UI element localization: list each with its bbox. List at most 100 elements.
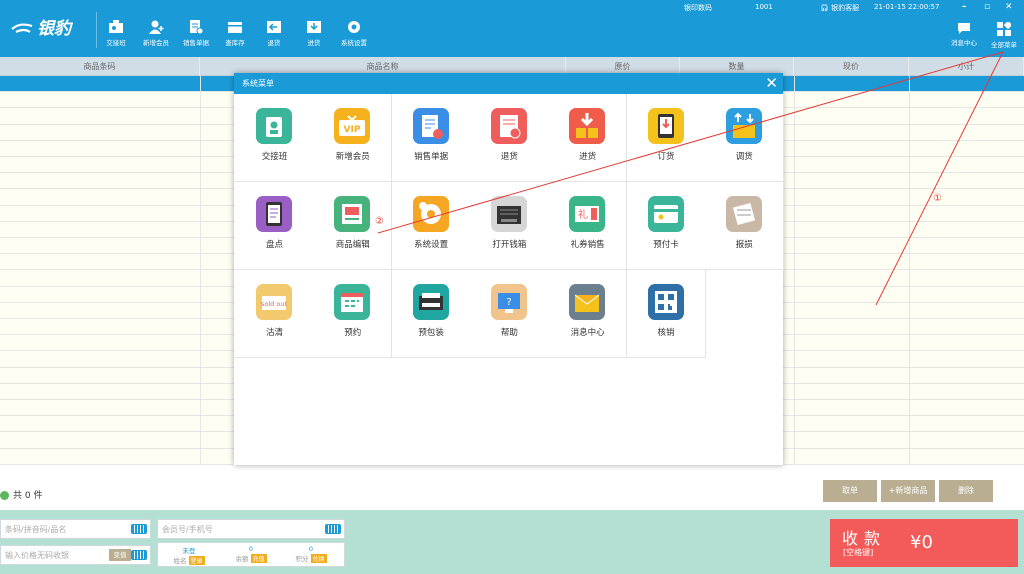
take-order-button[interactable]: 取单	[823, 480, 877, 502]
toolbar-label: 系统设置	[341, 39, 367, 47]
menu-item[interactable]: 交接班	[235, 94, 314, 182]
menu-item[interactable]: 订货	[626, 94, 706, 182]
add-member-icon	[149, 20, 164, 34]
checkout-amount: ¥0	[910, 532, 933, 553]
menu-item-label: 商品编辑	[335, 240, 370, 250]
menu-item[interactable]: ? 帮助	[469, 270, 549, 358]
all-menu-button[interactable]: 全部菜单	[984, 22, 1024, 49]
toolbar-inventory-button[interactable]: 查库存	[219, 20, 251, 47]
menu-item[interactable]: 预包装	[391, 270, 471, 358]
dialog-title: 系统菜单	[242, 79, 274, 88]
toolbar-label: 销售单据	[183, 39, 209, 47]
menu-item[interactable]: sold out 沽清	[235, 270, 314, 358]
menu-item-label: 打开钱箱	[492, 240, 527, 250]
menu-item[interactable]: 核销	[626, 270, 706, 358]
handover-icon	[256, 108, 292, 144]
menu-item[interactable]: 预约	[313, 270, 393, 358]
redeem-badge[interactable]: 兑换	[310, 554, 327, 563]
menu-item[interactable]: 销售单据	[391, 94, 471, 182]
logo-icon	[11, 23, 33, 33]
store-name: 银印数码	[684, 4, 712, 12]
menu-item[interactable]: 预付卡	[626, 182, 706, 270]
prepack-icon	[412, 284, 449, 320]
keyboard-icon[interactable]	[131, 524, 147, 534]
order-icon	[647, 108, 684, 144]
member-points: 0 积分 兑换	[288, 545, 334, 563]
add-product-button[interactable]: +新增商品	[881, 480, 935, 502]
points-label: 积分	[295, 555, 309, 563]
member-input[interactable]: 会员号/手机号	[157, 519, 345, 539]
toolbar-purchase-button[interactable]: 进货	[298, 20, 330, 47]
restore-button[interactable]: ▫	[984, 2, 990, 12]
menu-item[interactable]: VIP 新增会员	[313, 94, 393, 182]
menu-item[interactable]: 消息中心	[548, 270, 628, 358]
recharge-badge[interactable]: 充值	[250, 554, 267, 563]
menu-item[interactable]: 报损	[704, 182, 784, 270]
menu-item[interactable]: 进货	[548, 94, 628, 182]
menu-item[interactable]: 打开钱箱	[469, 182, 549, 270]
member-balance: 0 余额 充值	[228, 545, 274, 563]
delete-button[interactable]: 删除	[939, 480, 993, 502]
menu-item[interactable]: 礼礼券销售	[548, 182, 628, 270]
customer-service-link[interactable]: 🎧︎ 银豹客服	[820, 3, 859, 13]
price-input[interactable]: 输入价格无码收银 变值	[0, 545, 151, 565]
keyboard-icon[interactable]	[131, 550, 147, 560]
close-window-button[interactable]: ✕	[1005, 2, 1013, 12]
sales-receipt-icon	[190, 20, 204, 34]
menu-item-label: 订货	[657, 152, 675, 162]
logo-divider	[96, 12, 97, 48]
close-icon[interactable]: ✕	[765, 74, 778, 92]
toolbar-handover-button[interactable]: 交接班	[100, 20, 132, 47]
handover-icon	[109, 20, 123, 33]
top-toolbar: 银豹 交接班 新增会员 销售单据 查库存 退货 进货 系统设置 银印数码 100…	[0, 0, 1024, 57]
price-mode-button[interactable]: 变值	[109, 549, 131, 561]
login-badge[interactable]: 登录	[188, 556, 205, 565]
product-edit-icon	[334, 196, 371, 232]
menu-item-label: 礼券销售	[570, 240, 605, 250]
settings-icon	[348, 21, 360, 33]
menu-item[interactable]: 系统设置	[391, 182, 471, 270]
menu-item[interactable]: 退货	[469, 94, 549, 182]
toolbar-return-button[interactable]: 退货	[258, 20, 290, 47]
checkout-button[interactable]: 收款 [空格键] ¥0	[830, 519, 1018, 567]
barcode-placeholder: 条码/拼音码/品名	[5, 525, 67, 534]
column-header[interactable]: 商品条码	[0, 57, 200, 76]
grid-menu-icon	[997, 22, 1011, 36]
damage-icon	[725, 196, 762, 232]
menu-item[interactable]: 调货	[704, 94, 784, 182]
annotation-marker-2: ②	[375, 216, 384, 227]
balance-value: 0	[248, 545, 254, 553]
column-header[interactable]: 现价	[794, 57, 909, 76]
keyboard-icon[interactable]	[325, 524, 341, 534]
toolbar-add-member-button[interactable]: 新增会员	[140, 20, 172, 47]
svg-text:VIP: VIP	[344, 125, 361, 135]
sold-out-icon: sold out	[256, 284, 292, 320]
cashier-id: 1001	[755, 3, 773, 11]
menu-item-label: 新增会员	[335, 152, 370, 162]
reservation-icon	[334, 284, 371, 320]
message-icon	[958, 23, 970, 34]
minimize-button[interactable]: –	[962, 2, 967, 12]
svg-text:sold out: sold out	[261, 300, 287, 308]
points-value: 0	[308, 545, 314, 553]
toolbar-label: 全部菜单	[991, 41, 1017, 49]
member-name-value: 未登	[182, 547, 196, 555]
checkout-shortcut: [空格键]	[843, 548, 874, 557]
message-center-button[interactable]: 消息中心	[944, 22, 984, 47]
svg-text:礼: 礼	[578, 208, 588, 221]
menu-item[interactable]: 盘点	[235, 182, 314, 270]
purchase-icon	[569, 108, 606, 144]
verify-qr-icon	[647, 284, 684, 320]
system-menu-dialog: 系统菜单 ✕ 交接班 VIP 新增会员 销售单据 退货 进货 订货 调货盘点 商品编辑 系统设置 打…	[234, 73, 784, 465]
service-label: 银豹客服	[831, 4, 860, 12]
toolbar-sales-receipt-button[interactable]: 销售单据	[180, 20, 212, 47]
inventory-icon	[228, 22, 242, 33]
purchase-icon	[307, 21, 321, 33]
datetime: 21-01-15 22:00:57	[874, 3, 940, 11]
column-divider	[794, 76, 795, 464]
settings-icon	[412, 196, 449, 232]
barcode-input[interactable]: 条码/拼音码/品名	[0, 519, 151, 539]
menu-item-label: 核销	[657, 328, 675, 338]
toolbar-settings-button[interactable]: 系统设置	[338, 20, 370, 47]
column-header[interactable]: 小计	[909, 57, 1024, 76]
